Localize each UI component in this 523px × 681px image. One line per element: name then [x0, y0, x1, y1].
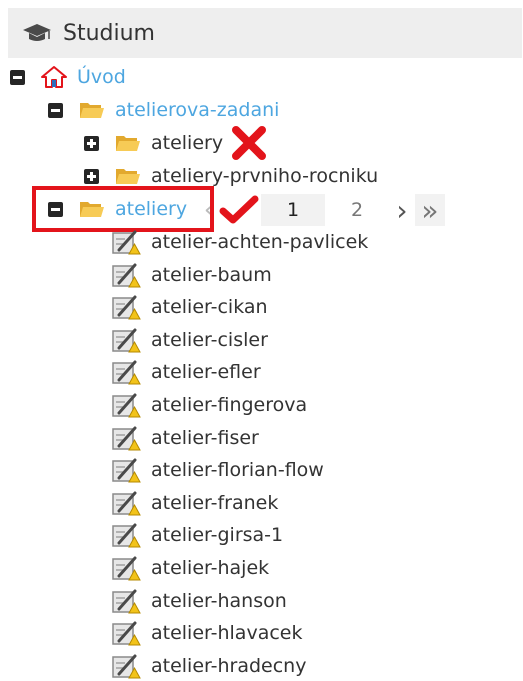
folder-icon	[116, 136, 140, 151]
collapse-toggle[interactable]	[48, 102, 63, 118]
last-page-button[interactable]: »	[415, 194, 445, 227]
highlight-box	[32, 186, 214, 232]
list-item-label: atelier-baum	[151, 263, 272, 286]
edit-document-icon	[112, 393, 141, 418]
edit-document-icon	[112, 621, 141, 646]
edit-document-icon	[112, 556, 141, 581]
list-item-label: atelier-hlavacek	[151, 622, 303, 645]
list-item-label: atelier-hradecny	[151, 654, 307, 677]
page-2-button[interactable]: 2	[325, 194, 389, 226]
tree-node-ateliery[interactable]: ateliery	[84, 126, 267, 160]
list-item[interactable]: atelier-hajek	[111, 553, 269, 583]
list-item[interactable]: atelier-franek	[111, 488, 278, 518]
tree-label[interactable]: ateliery-prvniho-rocniku	[151, 165, 378, 187]
list-item[interactable]: atelier-efler	[111, 357, 261, 387]
list-item-label: atelier-achten-pavlicek	[151, 231, 369, 253]
edit-document-icon	[112, 589, 141, 614]
tree-label[interactable]: Úvod	[77, 66, 126, 88]
list-item-label: atelier-hanson	[151, 589, 287, 612]
list-item-label: atelier-cikan	[151, 296, 268, 319]
list-item-label: atelier-fingerova	[151, 394, 308, 416]
list-item[interactable]: atelier-hlavacek	[111, 618, 302, 648]
tree-node-atelierova-zadani[interactable]: atelierova-zadani	[48, 95, 279, 125]
edit-document-icon	[112, 491, 141, 516]
home-icon	[41, 66, 67, 88]
folder-icon	[116, 169, 140, 184]
red-x-icon	[232, 126, 267, 160]
list-item-label: atelier-hajek	[151, 557, 270, 579]
panel-header: Studium	[8, 8, 522, 58]
expand-toggle[interactable]	[84, 135, 99, 151]
list-item[interactable]: atelier-cikan	[111, 292, 268, 322]
list-item[interactable]: atelier-achten-pavlicek	[111, 227, 368, 257]
list-item[interactable]: atelier-hanson	[111, 586, 287, 616]
page-1-button[interactable]: 1	[261, 194, 325, 226]
edit-document-icon	[112, 458, 141, 483]
list-item-label: atelier-cisler	[151, 328, 268, 351]
edit-document-icon	[112, 328, 141, 353]
panel-title: Studium	[63, 20, 155, 46]
red-check-icon	[219, 194, 261, 226]
list-item[interactable]: atelier-baum	[111, 260, 272, 290]
edit-document-icon	[112, 295, 141, 320]
edit-document-icon	[112, 360, 141, 385]
list-item-label: atelier-florian-flow	[151, 459, 324, 482]
expand-toggle[interactable]	[84, 168, 99, 184]
next-page-button[interactable]: ›	[389, 194, 415, 227]
list-item-label: atelier-franek	[151, 491, 279, 514]
list-item-label: atelier-efler	[151, 361, 261, 384]
edit-document-icon	[112, 654, 141, 679]
tree-label[interactable]: ateliery	[151, 132, 223, 154]
list-item-label: atelier-fiser	[151, 426, 259, 449]
graduation-cap-icon	[23, 24, 51, 41]
edit-document-icon	[112, 523, 141, 548]
edit-document-icon	[112, 230, 141, 255]
list-item[interactable]: atelier-fiser	[111, 423, 259, 453]
pagination: ‹ 1 2 › »	[199, 194, 445, 227]
list-item[interactable]: atelier-cisler	[111, 325, 268, 355]
edit-document-icon	[112, 426, 141, 451]
tree-node-uvod[interactable]: Úvod	[10, 62, 126, 92]
folder-open-icon	[80, 103, 104, 118]
list-item-label: atelier-girsa-1	[151, 524, 284, 547]
list-item[interactable]: atelier-hradecny	[111, 651, 306, 681]
edit-document-icon	[112, 263, 141, 288]
list-item[interactable]: atelier-girsa-1	[111, 520, 283, 550]
list-item[interactable]: atelier-florian-flow	[111, 455, 324, 485]
collapse-toggle[interactable]	[10, 69, 25, 85]
list-item[interactable]: atelier-fingerova	[111, 390, 307, 420]
tree-label[interactable]: atelierova-zadani	[115, 99, 279, 121]
